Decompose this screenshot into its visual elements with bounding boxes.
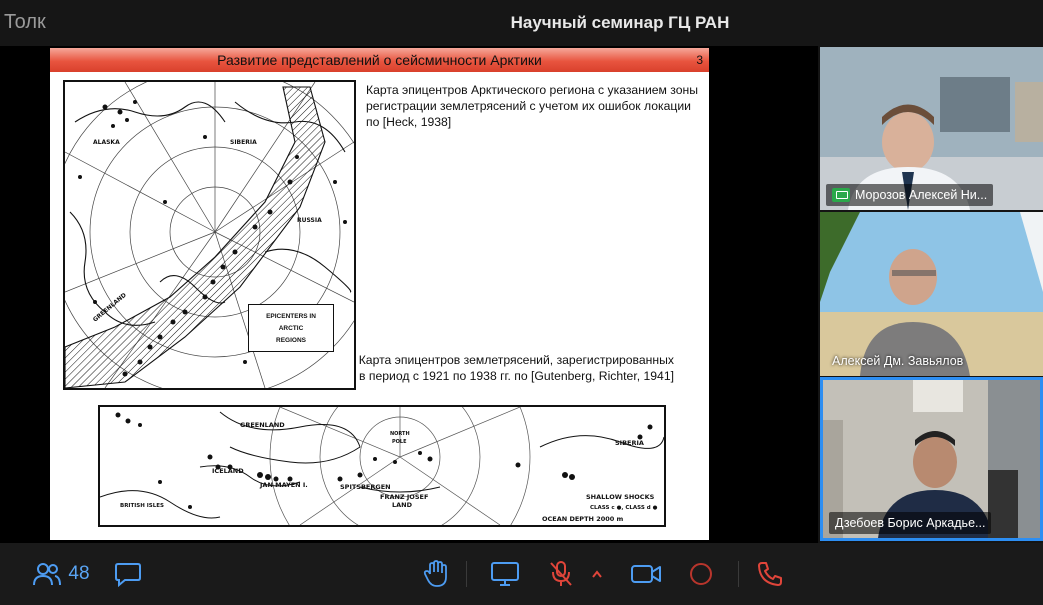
screen-share-icon [491, 562, 519, 586]
slide-header: Развитие представлений о сейсмичности Ар… [50, 48, 709, 72]
hang-up-icon [758, 562, 782, 586]
map1-legend-line2: ARCTIC [278, 325, 304, 332]
microphone-options-button[interactable] [589, 557, 605, 591]
slide-page-number: 3 [696, 53, 703, 67]
raise-hand-icon [423, 560, 447, 587]
map2-label-land: LAND [392, 501, 413, 509]
chevron-up-icon [592, 570, 602, 578]
map2-label-franz-josef: FRANZ JOSEF [380, 493, 428, 501]
map1-label-greenland: GREENLAND [92, 292, 128, 324]
record-button[interactable] [686, 557, 716, 591]
map2-label-classes: CLASS c ●, CLASS d ● [590, 505, 658, 511]
map1-legend-line1: EPICENTERS IN [266, 313, 316, 320]
map1-label-siberia: SIBERIA [230, 139, 257, 146]
map2-label-shallow-shocks: SHALLOW SHOCKS [586, 493, 655, 501]
chat-button[interactable] [112, 557, 144, 591]
epicenter-strip-map: GREENLAND SIBERIA NORTH POLE ICELAND JAN… [98, 405, 666, 527]
screen-share-indicator-icon [832, 187, 850, 202]
raise-hand-button[interactable] [420, 557, 452, 591]
strip-map-drawing: GREENLAND SIBERIA NORTH POLE ICELAND JAN… [100, 407, 664, 525]
presentation-slide: Развитие представлений о сейсмичности Ар… [50, 48, 709, 540]
map2-label-siberia: SIBERIA [615, 439, 644, 447]
map1-legend: EPICENTERS IN ARCTIC REGIONS [248, 304, 334, 352]
top-bar: Толк Научный семинар ГЦ РАН [0, 0, 1043, 46]
hang-up-button[interactable] [754, 557, 786, 591]
microphone-button[interactable] [545, 557, 577, 591]
map2-label-north: NORTH [390, 431, 410, 437]
participant-tile-2[interactable]: Алексей Дм. Завьялов [820, 212, 1043, 376]
microphone-muted-icon [550, 561, 572, 586]
map2-label-british-isles: BRITISH ISLES [120, 503, 164, 509]
shared-screen[interactable]: Развитие представлений о сейсмичности Ар… [0, 46, 818, 543]
camera-icon [631, 565, 661, 583]
map2-label-ocean-depth: OCEAN DEPTH 2000 m [542, 515, 624, 523]
meeting-title: Научный семинар ГЦ РАН [510, 13, 730, 32]
bottom-toolbar: 48 [0, 543, 1043, 605]
toolbar-separator [738, 561, 739, 587]
map1-legend-line3: REGIONS [276, 337, 306, 344]
conference-app: Толк Научный семинар ГЦ РАН Развитие пре… [0, 0, 1043, 605]
map2-label-spitsbergen: SPITSBERGEN [340, 483, 391, 491]
slide-title: Развитие представлений о сейсмичности Ар… [217, 52, 542, 68]
participant-name-3: Дзебоев Борис Аркадье... [829, 512, 992, 534]
participant-tile-1[interactable]: Морозов Алексей Ни... [820, 47, 1043, 210]
map2-label-iceland: ICELAND [212, 467, 244, 475]
participant-tile-3-active-speaker[interactable]: Дзебоев Борис Аркадье... [820, 377, 1043, 541]
camera-button[interactable] [628, 557, 664, 591]
participants-count: 48 [68, 563, 90, 584]
map1-label-alaska: ALASKA [93, 139, 120, 146]
map2-label-jan-mayen: JAN MAYEN I. [259, 481, 308, 489]
screen-share-button[interactable] [488, 557, 522, 591]
participant-name-1: Морозов Алексей Ни... [826, 184, 994, 206]
participants-button[interactable]: 48 [26, 557, 96, 591]
map2-label-greenland: GREENLAND [240, 421, 285, 429]
map2-label-pole: POLE [392, 439, 407, 445]
caption-gutenberg-richter: Карта эпицентров землетрясений, зарегист… [358, 353, 674, 383]
caption-heck: Карта эпицентров Арктического региона с … [366, 83, 699, 129]
record-icon [690, 563, 712, 585]
participant-name-2: Алексей Дм. Завьялов [832, 354, 964, 368]
participants-icon [33, 563, 62, 586]
toolbar-separator [466, 561, 467, 587]
chat-icon [115, 563, 141, 587]
map1-label-russia: RUSSIA [297, 217, 322, 224]
